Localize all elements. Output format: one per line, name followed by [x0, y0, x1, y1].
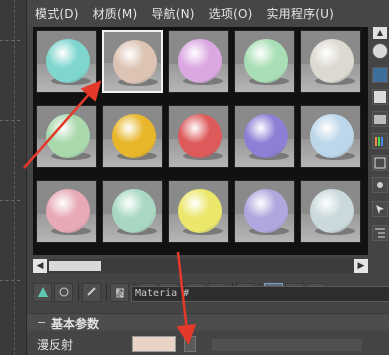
viewport-grid-line	[0, 200, 20, 201]
viewport-grid-line	[0, 280, 20, 281]
material-slot[interactable]	[234, 105, 295, 168]
rollout-collapse-icon[interactable]: −	[37, 316, 46, 329]
material-slot[interactable]	[300, 30, 361, 93]
material-slot[interactable]	[168, 105, 229, 168]
menu-utilities[interactable]: 实用程序(U)	[266, 5, 334, 22]
material-sphere	[310, 114, 354, 158]
material-sphere	[178, 39, 222, 83]
menu-material[interactable]: 材质(M)	[93, 5, 138, 22]
background-checker-icon[interactable]	[372, 89, 388, 105]
options-icon[interactable]	[372, 177, 388, 193]
video-color-check-icon[interactable]	[372, 133, 388, 149]
material-sphere	[178, 189, 222, 233]
diffuse-extra-field	[212, 339, 362, 351]
scroll-right-icon[interactable]: ▶	[354, 259, 368, 273]
material-slot[interactable]	[102, 30, 163, 93]
scrollbar-thumb[interactable]	[49, 261, 101, 271]
material-sphere	[310, 39, 354, 83]
material-editor-window: 模式(D) 材质(M) 导航(N) 选项(O) 实用程序(U) ◀ ▶ ▲ ✎ …	[26, 0, 389, 355]
material-sphere	[113, 40, 157, 84]
menu-options[interactable]: 选项(O)	[209, 5, 253, 22]
material-sphere	[112, 189, 156, 233]
menu-navigation[interactable]: 导航(N)	[151, 5, 194, 22]
material-sphere	[244, 39, 288, 83]
menu-mode[interactable]: 模式(D)	[35, 5, 79, 22]
material-slot[interactable]	[168, 30, 229, 93]
material-sphere	[112, 114, 156, 158]
make-preview-icon[interactable]	[372, 155, 388, 171]
sample-type-sphere-icon[interactable]	[372, 43, 388, 59]
material-slot[interactable]	[300, 180, 361, 243]
select-by-material-icon[interactable]	[372, 201, 388, 217]
material-slot[interactable]	[102, 180, 163, 243]
sample-uv-tiling-icon[interactable]	[372, 111, 388, 127]
material-sphere	[244, 189, 288, 233]
material-sphere	[310, 189, 354, 233]
material-name-row: ✎ Materia #	[33, 284, 389, 304]
material-slot[interactable]	[102, 105, 163, 168]
material-slot[interactable]	[234, 180, 295, 243]
viewport-edge	[0, 0, 26, 355]
material-sphere	[46, 189, 90, 233]
backlight-icon[interactable]	[372, 67, 388, 83]
viewport-grid-line	[0, 40, 20, 41]
scroll-up-icon[interactable]: ▲	[373, 27, 387, 39]
material-map-navigator-icon[interactable]	[372, 225, 388, 241]
viewport-grid-line	[14, 0, 15, 355]
material-name-input[interactable]: Materia #	[131, 286, 389, 302]
material-slot[interactable]	[168, 180, 229, 243]
material-slot-grid	[33, 27, 368, 255]
scroll-left-icon[interactable]: ◀	[33, 259, 47, 273]
rollout-title: 基本参数	[51, 317, 100, 331]
material-sphere	[46, 114, 90, 158]
material-slot[interactable]	[36, 30, 97, 93]
side-toolbar: ▲	[370, 27, 389, 255]
material-slot[interactable]	[300, 105, 361, 168]
menu-bar: 模式(D) 材质(M) 导航(N) 选项(O) 实用程序(U)	[27, 0, 389, 26]
eyedropper-icon[interactable]: ✎	[115, 287, 129, 301]
material-sphere	[244, 114, 288, 158]
material-slot[interactable]	[36, 180, 97, 243]
diffuse-map-button[interactable]	[184, 336, 196, 352]
diffuse-label: 漫反射	[37, 338, 74, 352]
basic-parameters-rollout[interactable]: − 基本参数	[27, 313, 389, 331]
diffuse-row: 漫反射	[27, 334, 389, 355]
diffuse-color-swatch[interactable]	[132, 336, 176, 352]
viewport-grid-line	[0, 120, 20, 121]
material-slot[interactable]	[234, 30, 295, 93]
material-sphere	[46, 39, 90, 83]
slot-horizontal-scrollbar[interactable]: ◀ ▶	[33, 259, 368, 273]
material-sphere	[178, 114, 222, 158]
material-slot[interactable]	[36, 105, 97, 168]
